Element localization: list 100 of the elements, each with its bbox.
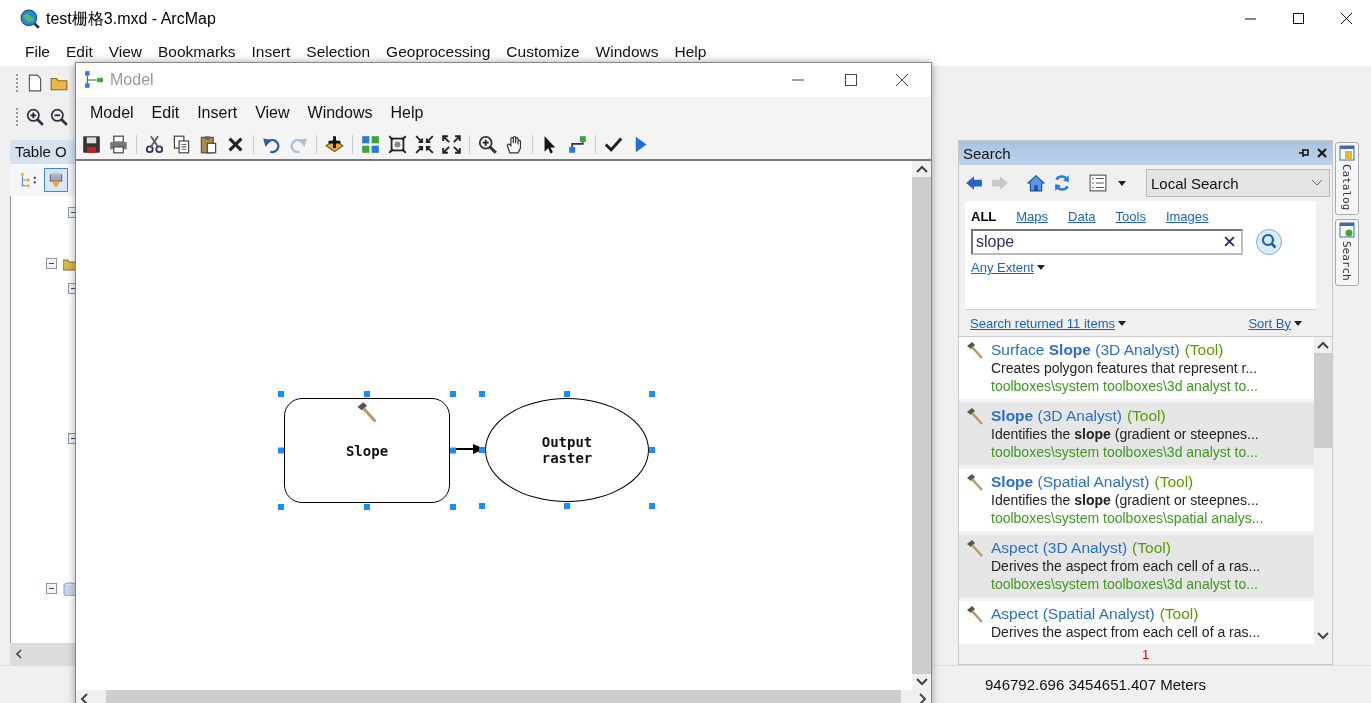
- tree-toggle[interactable]: [46, 258, 57, 269]
- result-description: Identifies the slope (gradient or steepnes...: [991, 491, 1260, 509]
- selection-handles[interactable]: [278, 391, 456, 510]
- menu-item[interactable]: Edit: [151, 104, 180, 122]
- home-icon[interactable]: [1027, 174, 1045, 192]
- menu-item[interactable]: Selection: [306, 43, 371, 61]
- category-tab[interactable]: Tools: [1115, 209, 1146, 224]
- scroll-left-icon[interactable]: [80, 693, 88, 703]
- printer-icon[interactable]: [109, 134, 128, 154]
- frame-icon[interactable]: [388, 134, 407, 154]
- list-by-source-button[interactable]: [44, 168, 68, 192]
- result-description: Derives the aspect from each cell of a ras...: [991, 623, 1261, 641]
- menu-item[interactable]: Bookmarks: [158, 43, 236, 61]
- menu-item[interactable]: Model: [90, 104, 134, 122]
- window-title: test栅格3.mxd - ArcMap: [46, 8, 216, 29]
- category-tab[interactable]: Maps: [1016, 209, 1049, 224]
- search-field[interactable]: slope: [971, 229, 1243, 255]
- search-icon[interactable]: [1255, 228, 1283, 256]
- hammer-icon: [965, 539, 985, 559]
- scrollbar-thumb[interactable]: [912, 177, 931, 674]
- results-count-link[interactable]: Search returned 11 items: [970, 315, 1115, 331]
- menu-item[interactable]: File: [25, 43, 50, 61]
- zoom-out-icon[interactable]: [50, 108, 68, 126]
- node-label: Output raster: [540, 434, 594, 466]
- coordinates: 946792.696 3454651.407 Meters: [984, 676, 1207, 693]
- caret-icon[interactable]: [1294, 320, 1302, 326]
- scroll-down-icon[interactable]: [1317, 632, 1329, 640]
- scissors-icon[interactable]: [145, 134, 164, 154]
- globe-icon: [20, 9, 40, 29]
- pin-icon[interactable]: [1298, 147, 1310, 159]
- copy-icon[interactable]: [172, 134, 191, 154]
- result-title[interactable]: Surface Slope (3D Analyst): [991, 341, 1180, 359]
- plus-icon[interactable]: [325, 134, 344, 154]
- new-document-icon[interactable]: [26, 74, 44, 92]
- result-title[interactable]: Aspect (3D Analyst): [991, 539, 1128, 557]
- sort-link[interactable]: Sort By: [1248, 315, 1291, 331]
- menu-item[interactable]: Windows: [595, 43, 659, 61]
- scrollbar-thumb[interactable]: [106, 690, 901, 703]
- scroll-left-icon[interactable]: [14, 649, 24, 659]
- result-title[interactable]: Slope (3D Analyst): [991, 407, 1122, 425]
- menu-item[interactable]: Windows: [307, 104, 373, 122]
- side-tab[interactable]: Search: [1334, 219, 1359, 287]
- result-type: (Tool): [1132, 539, 1171, 557]
- scroll-right-icon[interactable]: [919, 693, 927, 703]
- zoom-in-icon[interactable]: [26, 108, 44, 126]
- scroll-down-icon[interactable]: [915, 678, 928, 686]
- hammer-icon: [965, 473, 985, 493]
- node-label: Slope: [344, 442, 390, 459]
- category-tab[interactable]: Data: [1068, 209, 1096, 224]
- refresh-icon[interactable]: [1053, 174, 1071, 192]
- clipboard-icon[interactable]: [199, 134, 218, 154]
- window-title: Model: [110, 71, 154, 89]
- tree-toggle[interactable]: [46, 583, 57, 594]
- grid-icon[interactable]: [361, 134, 380, 154]
- list-options-icon[interactable]: [1089, 174, 1107, 192]
- selection-handles[interactable]: [479, 391, 655, 509]
- menu-item[interactable]: View: [108, 43, 143, 61]
- result-title[interactable]: Aspect (Spatial Analyst): [991, 605, 1155, 623]
- menu-item[interactable]: Edit: [66, 43, 93, 61]
- zoom-in-icon[interactable]: [478, 134, 497, 154]
- menu-item[interactable]: Insert: [197, 104, 238, 122]
- caret-icon[interactable]: [1118, 180, 1126, 186]
- close-icon[interactable]: [1316, 147, 1328, 159]
- search-window-icon: [1338, 222, 1355, 239]
- side-tab[interactable]: Catalog: [1334, 142, 1359, 216]
- menu-item[interactable]: Help: [674, 43, 707, 61]
- result-description: Identifies the slope (gradient or steepnes...: [991, 425, 1259, 443]
- category-tab[interactable]: ALL: [971, 209, 997, 224]
- hand-icon[interactable]: [505, 134, 524, 154]
- menu-item[interactable]: Geoprocessing: [386, 43, 491, 61]
- model-icon: [84, 70, 104, 90]
- chevron-down-icon[interactable]: [1311, 179, 1323, 187]
- caret-icon[interactable]: [1036, 265, 1045, 270]
- menu-item[interactable]: Insert: [251, 43, 291, 61]
- back-arrow-icon[interactable]: [965, 174, 983, 192]
- menu-item[interactable]: Customize: [506, 43, 580, 61]
- result-type: (Tool): [1154, 473, 1194, 491]
- result-item[interactable]: Aspect (Spatial Analyst) (Tool) Derives the aspect from each cell of a ras...: [959, 601, 1314, 644]
- scope-dropdown[interactable]: Local Search: [1146, 169, 1330, 197]
- category-tab[interactable]: Images: [1165, 209, 1209, 224]
- hammer-icon: [965, 407, 985, 427]
- arrows-out-icon[interactable]: [442, 134, 461, 154]
- clear-icon[interactable]: [1224, 236, 1235, 247]
- result-type: (Tool): [1126, 407, 1166, 425]
- scroll-up-icon[interactable]: [1317, 341, 1329, 349]
- result-title[interactable]: Slope (Spatial Analyst): [991, 473, 1150, 491]
- scrollbar-thumb[interactable]: [1314, 353, 1332, 448]
- menu-item[interactable]: View: [255, 104, 290, 122]
- arrows-in-icon[interactable]: [415, 134, 434, 154]
- hammer-icon: [355, 401, 379, 425]
- result-description: Derives the aspect from each cell of a ras...: [991, 557, 1261, 575]
- result-type: (Tool): [1159, 605, 1199, 623]
- scroll-up-icon[interactable]: [915, 165, 928, 173]
- catalog-icon: [1338, 145, 1355, 161]
- caret-icon[interactable]: [1118, 320, 1126, 326]
- page-number[interactable]: 1: [1141, 646, 1150, 662]
- extent-link[interactable]: Any Extent: [971, 260, 1034, 275]
- result-path: toolboxes\system toolboxes\3d analyst to...: [991, 575, 1259, 593]
- connect-icon[interactable]: [568, 134, 587, 154]
- menu-item[interactable]: Help: [390, 104, 424, 122]
